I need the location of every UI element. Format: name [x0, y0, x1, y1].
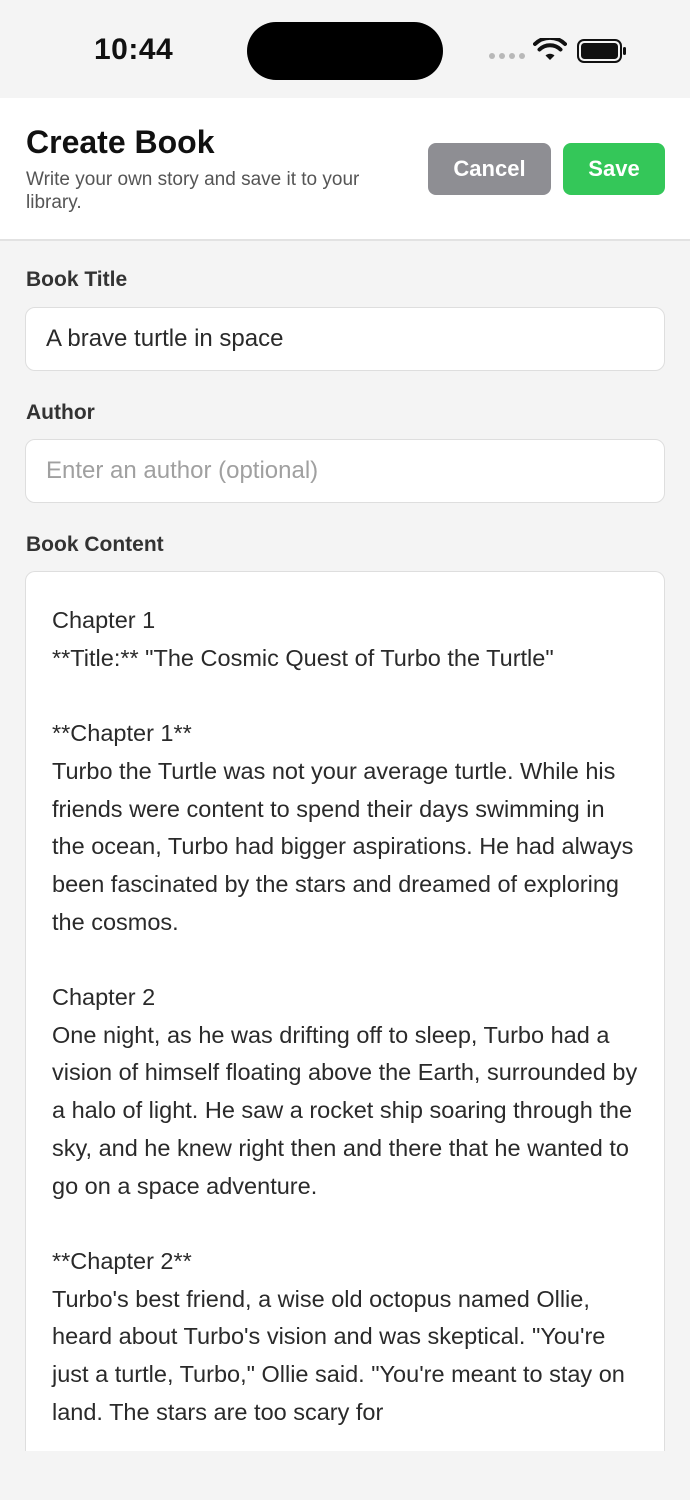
author-input[interactable]: Enter an author (optional) — [25, 439, 665, 503]
header: Create Book Write your own story and sav… — [0, 98, 690, 241]
dynamic-island — [247, 22, 443, 80]
status-bar: 10:44 — [0, 0, 690, 98]
book-content-label: Book Content — [26, 533, 164, 556]
book-content-text: Chapter 1 **Title:** "The Cosmic Quest o… — [52, 607, 638, 1425]
cancel-button[interactable]: Cancel — [428, 143, 551, 195]
save-button[interactable]: Save — [563, 143, 665, 195]
signal-dots-icon — [489, 53, 525, 61]
book-title-label: Book Title — [26, 268, 128, 291]
book-title-input[interactable]: A brave turtle in space — [25, 307, 665, 371]
book-content-textarea[interactable]: Chapter 1 **Title:** "The Cosmic Quest o… — [25, 571, 665, 1451]
wifi-icon — [533, 38, 567, 60]
page-subtitle: Write your own story and save it to your… — [26, 169, 360, 213]
status-time: 10:44 — [94, 33, 174, 66]
author-label: Author — [26, 401, 95, 424]
battery-icon — [577, 39, 626, 63]
page-title: Create Book — [26, 124, 215, 160]
